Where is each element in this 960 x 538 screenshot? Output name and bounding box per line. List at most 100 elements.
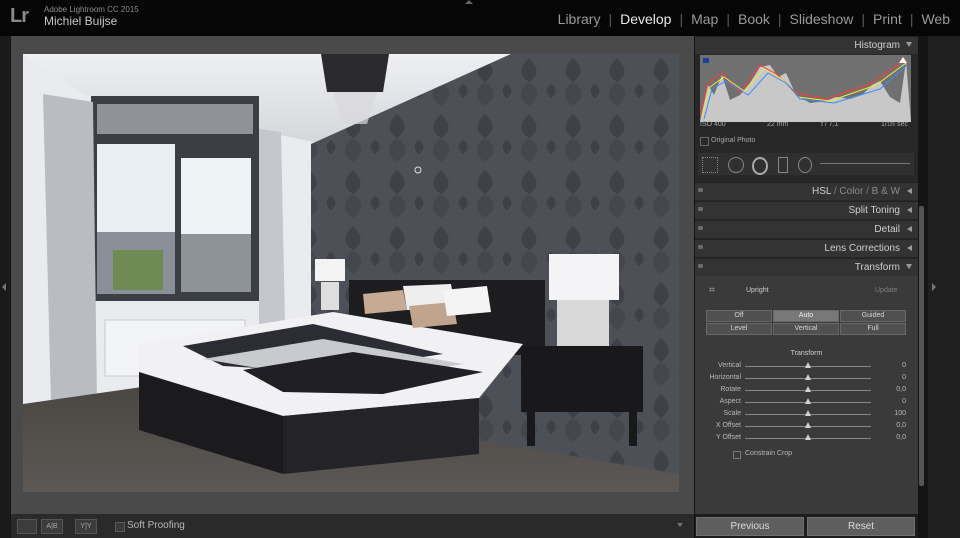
app-title: Adobe Lightroom CC 2015 — [44, 5, 139, 14]
module-library[interactable]: Library — [556, 11, 603, 27]
loupe-view-button[interactable] — [17, 519, 37, 534]
lens-corrections-header[interactable]: Lens Corrections — [695, 239, 918, 257]
scale-slider-value[interactable]: 100 — [886, 410, 906, 417]
shutter-unit: sec — [897, 121, 909, 128]
vertical-slider-value[interactable]: 0 — [886, 362, 906, 369]
collapse-triangle-icon[interactable] — [906, 264, 912, 269]
top-panel-toggle-icon[interactable] — [465, 0, 473, 4]
aspect-slider-thumb[interactable] — [805, 398, 811, 404]
expand-triangle-icon[interactable] — [907, 188, 912, 194]
split-toning-title: Split Toning — [848, 205, 900, 216]
aperture: f / 7,1 — [821, 121, 839, 128]
right-panel-toggle-icon[interactable] — [932, 283, 936, 291]
toolbar-menu-chevron-icon[interactable] — [677, 523, 683, 527]
x-offset-slider-thumb[interactable] — [805, 422, 811, 428]
x-offset-slider-value[interactable]: 0,0 — [886, 422, 906, 429]
guided-upright-icon[interactable]: ⌗ — [709, 285, 715, 296]
detail-title: Detail — [874, 224, 900, 235]
swap-view-button[interactable]: Y|Y — [75, 519, 97, 534]
y-offset-slider-value[interactable]: 0,0 — [886, 434, 906, 441]
rotate-slider-value[interactable]: 0,0 — [886, 386, 906, 393]
rotate-slider-thumb[interactable] — [805, 386, 811, 392]
panel-switch-icon[interactable] — [698, 226, 703, 230]
detail-header[interactable]: Detail — [695, 220, 918, 238]
shutter-speed: 1/125 sec — [881, 121, 909, 128]
histogram-graph — [700, 57, 911, 122]
aspect-slider-label: Aspect — [719, 398, 741, 405]
color-label[interactable]: Color — [839, 186, 863, 197]
upright-level-button[interactable]: Level — [706, 323, 772, 335]
red-eye-icon[interactable] — [752, 157, 768, 175]
upright-auto-button[interactable]: Auto — [773, 310, 839, 322]
module-separator: | — [679, 11, 684, 27]
soft-proofing-label: Soft Proofing — [127, 520, 185, 531]
before-after-button[interactable]: A|B — [41, 519, 63, 534]
split-toning-header[interactable]: Split Toning — [695, 201, 918, 219]
panel-switch-icon[interactable] — [698, 188, 703, 192]
right-panel: Histogram ISO 400 22 mm f / 7,1 1/125 se… — [695, 36, 918, 514]
panel-switch-icon[interactable] — [698, 264, 703, 268]
horizontal-slider-thumb[interactable] — [805, 374, 811, 380]
aspect-slider-value[interactable]: 0 — [886, 398, 906, 405]
module-picker: Library | Develop | Map | Book | Slidesh… — [556, 11, 952, 27]
module-separator: | — [861, 11, 866, 27]
histogram[interactable] — [700, 55, 911, 122]
x-offset-slider-label: X Offset — [715, 422, 741, 429]
image-canvas[interactable] — [11, 36, 694, 514]
module-develop[interactable]: Develop — [618, 11, 673, 27]
radial-filter-icon[interactable] — [798, 157, 812, 173]
expand-triangle-icon[interactable] — [907, 226, 912, 232]
upright-vertical-button[interactable]: Vertical — [773, 323, 839, 335]
horizontal-slider-label: Horizontal — [709, 374, 741, 381]
collapse-triangle-icon[interactable] — [906, 42, 912, 47]
panel-switch-icon[interactable] — [698, 245, 703, 249]
spot-removal-icon[interactable] — [728, 157, 744, 173]
bottom-toolbar: A|B Y|Y Soft Proofing — [11, 514, 694, 538]
vertical-slider-thumb[interactable] — [805, 362, 811, 368]
module-slideshow[interactable]: Slideshow — [788, 11, 856, 27]
upright-full-button[interactable]: Full — [840, 323, 906, 335]
y-offset-slider-label: Y Offset — [715, 434, 741, 441]
module-web[interactable]: Web — [919, 11, 952, 27]
module-separator: | — [777, 11, 782, 27]
focal-length: 22 mm — [767, 121, 789, 128]
expand-triangle-icon[interactable] — [907, 207, 912, 213]
scale-slider-thumb[interactable] — [805, 410, 811, 416]
module-separator: | — [608, 11, 613, 27]
module-separator: | — [726, 11, 730, 27]
user-name[interactable]: Michiel Buijse — [44, 14, 117, 28]
expand-triangle-icon[interactable] — [907, 245, 912, 251]
left-panel-toggle-icon[interactable] — [2, 283, 6, 291]
constrain-crop-checkbox[interactable] — [733, 451, 741, 459]
panel-scrollbar[interactable] — [919, 206, 924, 486]
hsl-header[interactable]: HSL / Color / B & W — [695, 182, 918, 200]
original-photo-checkbox[interactable] — [700, 137, 709, 146]
module-book[interactable]: Book — [736, 11, 772, 27]
crop-tool-icon[interactable] — [702, 157, 718, 173]
top-bar: Lr Adobe Lightroom CC 2015 Michiel Buijs… — [0, 0, 960, 36]
histogram-header[interactable]: Histogram — [695, 36, 918, 54]
module-map[interactable]: Map — [689, 11, 720, 27]
horizontal-slider-value[interactable]: 0 — [886, 374, 906, 381]
lightroom-logo: Lr — [10, 5, 29, 27]
update-button[interactable]: Update — [875, 287, 898, 294]
bedroom-photo[interactable] — [23, 54, 679, 492]
transform-header[interactable]: Transform — [695, 258, 918, 276]
upright-off-button[interactable]: Off — [706, 310, 772, 322]
bw-label[interactable]: B & W — [872, 186, 900, 197]
module-separator: | — [909, 11, 914, 27]
panel-switch-icon[interactable] — [698, 207, 703, 211]
soft-proofing-checkbox[interactable] — [115, 522, 125, 532]
upright-label: Upright — [746, 287, 769, 294]
iso-value: ISO 400 — [700, 121, 726, 128]
hsl-label[interactable]: HSL — [812, 186, 831, 197]
scale-slider-label: Scale — [723, 410, 741, 417]
graduated-filter-icon[interactable] — [778, 157, 788, 173]
module-print[interactable]: Print — [871, 11, 904, 27]
reset-button[interactable]: Reset — [807, 517, 915, 536]
previous-button[interactable]: Previous — [696, 517, 804, 536]
adjustment-brush-icon[interactable] — [820, 163, 910, 164]
rotate-slider-label: Rotate — [720, 386, 741, 393]
y-offset-slider-thumb[interactable] — [805, 434, 811, 440]
upright-guided-button[interactable]: Guided — [840, 310, 906, 322]
